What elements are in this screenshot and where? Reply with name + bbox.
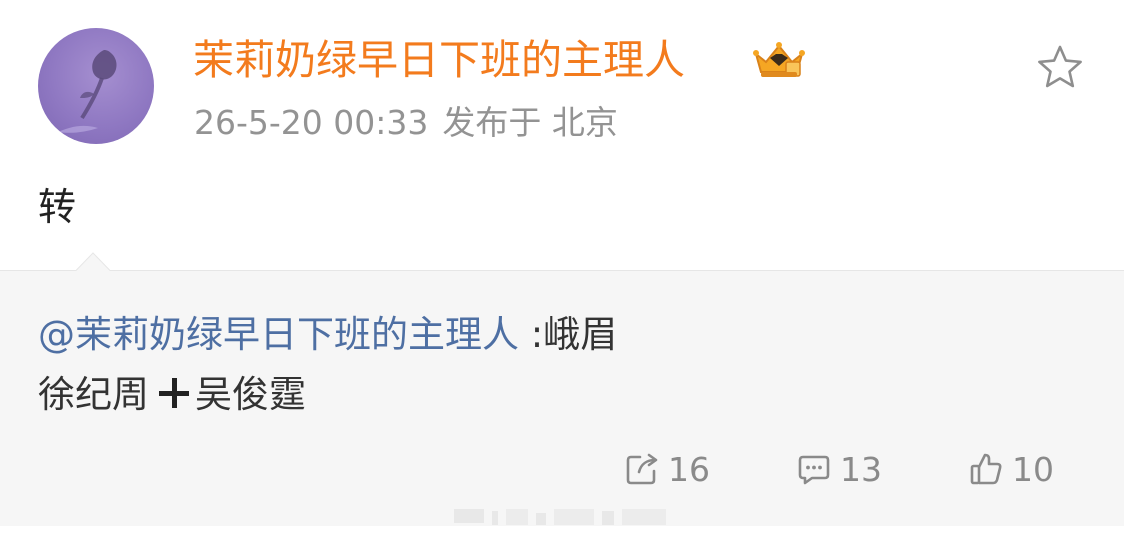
like-count: 10 xyxy=(1012,449,1054,489)
bottom-strip xyxy=(0,526,1124,540)
comment-icon xyxy=(798,455,830,485)
comment-count: 13 xyxy=(840,449,882,489)
watermark-icon xyxy=(454,509,666,525)
star-outline-icon[interactable] xyxy=(1034,42,1086,94)
vip-crown-icon xyxy=(753,42,805,77)
like-button[interactable]: 10 xyxy=(968,446,1054,492)
avatar[interactable] xyxy=(38,28,154,144)
post-text: 转 xyxy=(38,185,77,229)
comment-button[interactable]: 13 xyxy=(796,446,882,492)
repost-button[interactable]: 16 xyxy=(624,446,710,492)
post-location: 发布于 北京 xyxy=(442,103,618,142)
author-name[interactable]: 茉莉奶绿早日下班的主理人 xyxy=(193,34,685,86)
repost-icon xyxy=(626,453,658,485)
plus-icon xyxy=(159,378,189,408)
original-post-line1: @茉莉奶绿早日下班的主理人 :峨眉 xyxy=(38,310,617,360)
original-name-a: 徐纪周 xyxy=(38,373,149,416)
original-text: :峨眉 xyxy=(519,313,618,356)
repost-count: 16 xyxy=(668,449,710,489)
thumbs-up-icon xyxy=(970,453,1002,485)
card-notch xyxy=(76,252,110,271)
original-name-b: 吴俊霆 xyxy=(195,373,306,416)
rose-icon xyxy=(58,50,117,133)
mention-link[interactable]: @茉莉奶绿早日下班的主理人 xyxy=(38,313,519,356)
post-meta: 26-5-20 00:33 发布于 北京 xyxy=(194,101,618,145)
post-date: 26-5-20 00:33 xyxy=(194,103,429,142)
original-post-line2: 徐纪周 吴俊霆 xyxy=(38,370,306,420)
